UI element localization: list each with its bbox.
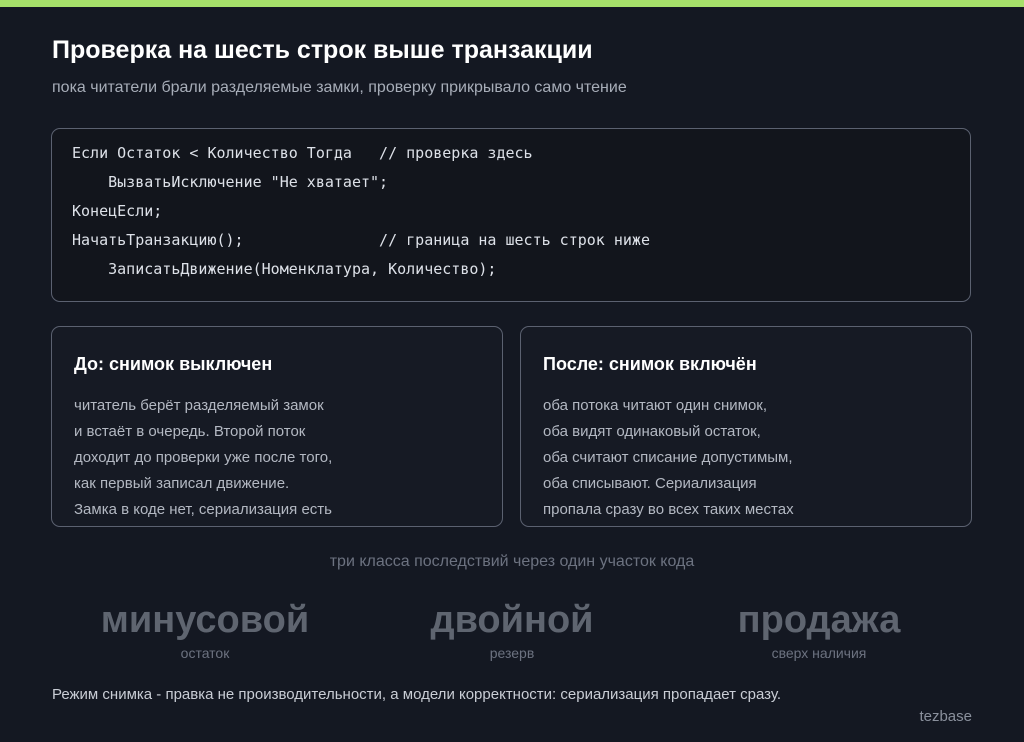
consequence-big-word: минусовой (100, 599, 310, 641)
page-subtitle: пока читатели брали разделяемые замки, п… (52, 79, 627, 96)
after-panel: После: снимок включён оба потока читают … (520, 326, 972, 527)
consequence-small-word: остаток (180, 645, 230, 661)
consequence-big-word: двойной (430, 599, 594, 641)
after-panel-body: оба потока читают один снимок, оба видят… (543, 393, 794, 523)
after-line: оба видят одинаковый остаток, (543, 423, 761, 440)
before-panel-body: читатель берёт разделяемый замок и встаё… (74, 393, 332, 523)
after-line: пропала сразу во всех таких местах (543, 501, 794, 518)
consequence-negative-stock: минусовой остаток (45, 598, 365, 662)
after-line: оба списывают. Сериализация (543, 475, 757, 492)
before-panel: До: снимок выключен читатель берёт разде… (51, 326, 503, 527)
before-line: и встаёт в очередь. Второй поток (74, 423, 306, 440)
before-panel-title: До: снимок выключен (74, 354, 273, 374)
consequence-double-reserve: двойной резерв (352, 598, 672, 662)
after-line: оба считают списание допустимым, (543, 449, 793, 466)
consequences-caption: три класса последствий через один участо… (329, 553, 695, 570)
after-line: оба потока читают один снимок, (543, 397, 768, 414)
code-line: ВызватьИсключение "Не хватает"; (72, 173, 389, 191)
brand-label: tezbase (919, 708, 972, 725)
after-panel-title: После: снимок включён (543, 354, 757, 374)
code-line: Если Остаток < Количество Тогда // прове… (72, 144, 533, 162)
before-line: читатель берёт разделяемый замок (74, 397, 324, 414)
consequence-big-word: продажа (737, 599, 901, 641)
code-line: КонецЕсли; (72, 202, 163, 220)
consequence-small-word: сверх наличия (771, 645, 867, 661)
page-title: Проверка на шесть строк выше транзакции (52, 36, 593, 64)
before-line: как первый записал движение. (74, 475, 290, 492)
before-line: доходит до проверки уже после того, (74, 449, 333, 466)
code-line: НачатьТранзакцию(); // граница на шесть … (72, 231, 650, 249)
accent-bar (0, 0, 1024, 7)
consequence-oversell: продажа сверх наличия (659, 598, 979, 662)
before-line: Замка в коде нет, сериализация есть (74, 501, 332, 518)
footer-note: Режим снимка - правка не производительно… (52, 686, 782, 703)
code-block: Если Остаток < Количество Тогда // прове… (51, 128, 971, 302)
code-line: ЗаписатьДвижение(Номенклатура, Количеств… (72, 260, 497, 278)
consequence-small-word: резерв (489, 645, 535, 661)
